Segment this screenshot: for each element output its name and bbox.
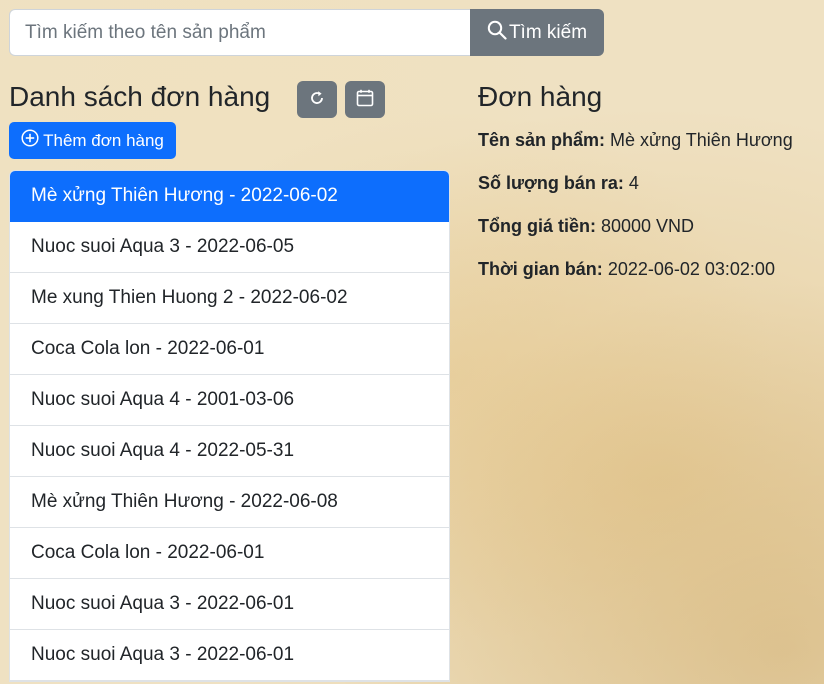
- quantity-row: Số lượng bán ra: 4: [478, 173, 639, 194]
- search-button[interactable]: Tìm kiếm: [470, 9, 604, 56]
- refresh-button[interactable]: [297, 81, 337, 118]
- order-list: Mè xửng Thiên Hương - 2022-06-02 Nuoc su…: [9, 170, 450, 682]
- calendar-button[interactable]: [345, 81, 385, 118]
- add-order-label: Thêm đơn hàng: [43, 130, 164, 150]
- order-detail-title: Đơn hàng: [478, 81, 603, 112]
- product-name-value: Mè xửng Thiên Hương: [610, 130, 793, 150]
- order-list-item[interactable]: Coca Cola lon - 2022-06-01: [10, 528, 449, 579]
- order-list-item[interactable]: Nuoc suoi Aqua 3 - 2022-06-05: [10, 222, 449, 273]
- calendar-icon: [356, 89, 374, 110]
- sale-time-value: 2022-06-02 03:02:00: [607, 259, 775, 279]
- order-list-item[interactable]: Mè xửng Thiên Hương - 2022-06-08: [10, 477, 449, 528]
- order-list-item[interactable]: Nuoc suoi Aqua 3 - 2022-06-01: [10, 630, 449, 681]
- order-list-title: Danh sách đơn hàng: [9, 81, 271, 112]
- order-list-item[interactable]: Me xung Thien Huong 2 - 2022-06-02: [10, 273, 449, 324]
- order-list-item[interactable]: Nuoc suoi Aqua 3 - 2022-06-01: [10, 579, 449, 630]
- order-list-item[interactable]: Coca Cola lon - 2022-06-01: [10, 324, 449, 375]
- total-price-label: Tổng giá tiền:: [478, 216, 596, 236]
- total-price-value: 80000 VND: [601, 216, 695, 236]
- add-order-button[interactable]: Thêm đơn hàng: [9, 122, 176, 159]
- quantity-value: 4: [628, 173, 639, 193]
- order-list-item[interactable]: Nuoc suoi Aqua 4 - 2001-03-06: [10, 375, 449, 426]
- product-name-row: Tên sản phẩm: Mè xửng Thiên Hương: [478, 130, 793, 151]
- sale-time-label: Thời gian bán:: [478, 259, 603, 279]
- search-button-label: Tìm kiếm: [508, 21, 588, 43]
- order-list-item[interactable]: Nuoc suoi Aqua 4 - 2022-05-31: [10, 426, 449, 477]
- order-detail-panel: Đơn hàng Tên sản phẩm: Mè xửng Thiên Hươ…: [478, 80, 824, 279]
- total-price-row: Tổng giá tiền: 80000 VND: [478, 216, 694, 237]
- product-name-label: Tên sản phẩm:: [478, 130, 606, 150]
- quantity-label: Số lượng bán ra:: [478, 173, 624, 193]
- refresh-icon: [309, 90, 325, 109]
- order-list-item-active[interactable]: Mè xửng Thiên Hương - 2022-06-02: [10, 171, 449, 222]
- plus-circle-icon: [21, 129, 39, 152]
- search-bar: Tìm kiếm: [9, 9, 604, 56]
- search-input[interactable]: [9, 9, 470, 56]
- search-icon: [487, 20, 507, 46]
- sale-time-row: Thời gian bán: 2022-06-02 03:02:00: [478, 259, 775, 280]
